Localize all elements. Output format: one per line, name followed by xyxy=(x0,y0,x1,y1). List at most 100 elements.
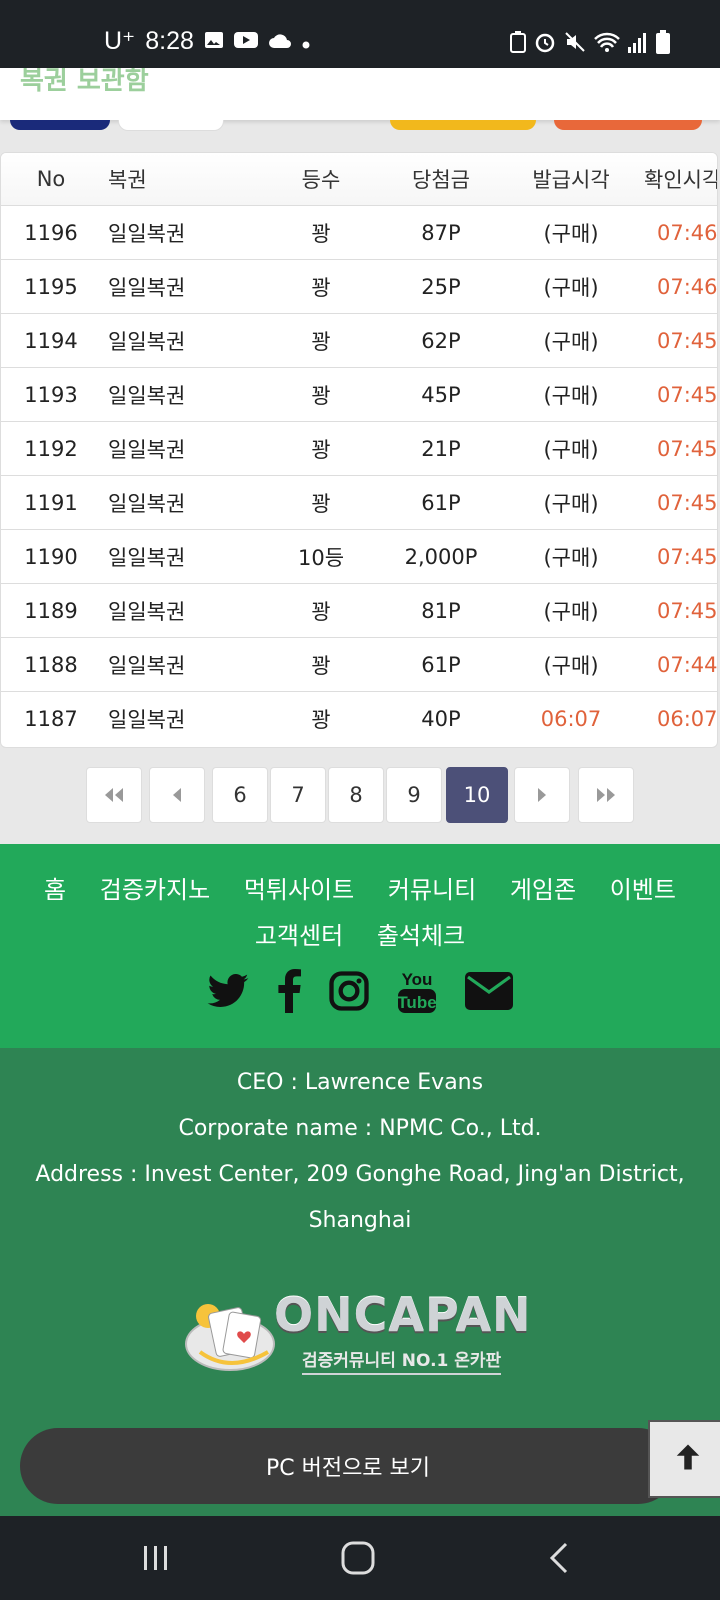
header-rank: 등수 xyxy=(301,168,341,192)
svg-text:You: You xyxy=(402,970,433,989)
cell-issued: (구매) xyxy=(543,383,599,408)
recent-apps-button[interactable] xyxy=(140,1542,172,1578)
cell-name: 일일복권 xyxy=(108,491,186,516)
tab-yellow[interactable] xyxy=(390,120,536,130)
page-9-button[interactable]: 9 xyxy=(386,767,442,823)
cell-rank: 꽝 xyxy=(311,653,331,678)
cell-prize: 45P xyxy=(421,382,461,407)
instagram-icon[interactable] xyxy=(329,971,369,1015)
cell-name: 일일복권 xyxy=(108,437,186,462)
cell-checked: 07:45 xyxy=(657,490,718,515)
header-checked-time: 확인시각 xyxy=(644,168,718,192)
facebook-icon[interactable] xyxy=(277,969,301,1017)
cell-prize: 21P xyxy=(421,436,461,461)
footer-nav: 홈 검증카지노 먹튀사이트 커뮤니티 게임존 이벤트 고객센터 출석체크 You… xyxy=(0,844,720,1048)
back-button[interactable] xyxy=(548,1542,572,1578)
table-row: 1195 일일복권 꽝 25P (구매) 07:46 xyxy=(1,260,717,314)
cell-rank: 꽝 xyxy=(311,329,331,354)
cell-name: 일일복권 xyxy=(108,599,186,624)
cell-issued: (구매) xyxy=(543,545,599,570)
cell-checked: 07:44 xyxy=(657,652,718,677)
scroll-to-top-button[interactable] xyxy=(648,1420,720,1498)
cell-prize: 2,000P xyxy=(404,544,478,569)
system-nav-bar xyxy=(0,1516,720,1600)
cell-prize: 61P xyxy=(421,490,461,515)
cell-rank: 꽝 xyxy=(311,221,331,246)
first-page-button[interactable] xyxy=(86,767,142,823)
signal-icon xyxy=(628,31,648,57)
next-page-button[interactable] xyxy=(514,767,570,823)
cell-no: 1190 xyxy=(24,544,78,569)
cell-prize: 61P xyxy=(421,652,461,677)
footer-link-game-zone[interactable]: 게임존 xyxy=(510,870,576,905)
footer-link-home[interactable]: 홈 xyxy=(44,870,66,905)
table-row: 1194 일일복권 꽝 62P (구매) 07:45 xyxy=(1,314,717,368)
cell-checked: 07:45 xyxy=(657,328,718,353)
cloud-icon xyxy=(268,27,292,56)
twitter-icon[interactable] xyxy=(207,973,249,1012)
table-row: 1191 일일복권 꽝 61P (구매) 07:45 xyxy=(1,476,717,530)
cell-checked: 07:46 xyxy=(657,220,718,245)
footer-link-events[interactable]: 이벤트 xyxy=(610,870,676,905)
address-text-line2: Shanghai xyxy=(308,1208,412,1233)
cell-prize: 25P xyxy=(421,274,461,299)
ceo-text: CEO : Lawrence Evans xyxy=(236,1070,484,1095)
footer-menu-row1: 홈 검증카지노 먹튀사이트 커뮤니티 게임존 이벤트 xyxy=(0,870,720,905)
logo-subtitle: 검증커뮤니티 NO.1 온카판 xyxy=(302,1346,502,1375)
cell-prize: 81P xyxy=(421,598,461,623)
header-prize: 당첨금 xyxy=(412,168,470,192)
page-7-button[interactable]: 7 xyxy=(270,767,326,823)
footer-link-attendance[interactable]: 출석체크 xyxy=(377,916,465,951)
youtube-icon[interactable]: You Tube xyxy=(397,968,437,1018)
header-issued-time: 발급시각 xyxy=(532,168,610,192)
footer-link-verified-casino[interactable]: 검증카지노 xyxy=(100,870,210,905)
cell-issued: (구매) xyxy=(543,437,599,462)
cell-checked: 07:45 xyxy=(657,544,718,569)
table-row: 1189 일일복권 꽝 81P (구매) 07:45 xyxy=(1,584,717,638)
cell-rank: 꽝 xyxy=(311,437,331,462)
cell-issued: (구매) xyxy=(543,491,599,516)
cell-rank: 꽝 xyxy=(311,275,331,300)
cell-name: 일일복권 xyxy=(108,653,186,678)
prev-page-button[interactable] xyxy=(149,767,205,823)
cell-name: 일일복권 xyxy=(108,545,186,570)
tab-navy[interactable] xyxy=(10,120,110,130)
youtube-status-icon xyxy=(233,27,258,56)
cell-no: 1194 xyxy=(24,328,78,353)
pc-version-button[interactable]: PC 버전으로 보기 xyxy=(20,1428,676,1504)
cell-issued: (구매) xyxy=(543,275,599,300)
cell-rank: 꽝 xyxy=(311,491,331,516)
battery-saver-icon xyxy=(510,31,526,57)
lottery-table: No 복권 등수 당첨금 발급시각 확인시각 1196 일일복권 꽝 87P (구매) 0… xyxy=(0,152,718,748)
oncapan-logo[interactable]: ONCAPAN 검증커뮤니티 NO.1 온카판 xyxy=(182,1288,542,1384)
table-row: 1193 일일복권 꽝 45P (구매) 07:45 xyxy=(1,368,717,422)
tab-orange[interactable] xyxy=(554,120,702,130)
tab-white[interactable] xyxy=(118,120,224,131)
mute-icon xyxy=(564,31,586,57)
page-8-button[interactable]: 8 xyxy=(328,767,384,823)
last-page-button[interactable] xyxy=(578,767,634,823)
footer-link-customer-center[interactable]: 고객센터 xyxy=(255,916,343,951)
status-bar: U⁺ 8:28 xyxy=(0,0,720,68)
cell-name: 일일복권 xyxy=(108,275,186,300)
cell-checked: 07:46 xyxy=(657,274,718,299)
cell-no: 1193 xyxy=(24,382,78,407)
carrier-label: U⁺ xyxy=(104,27,136,55)
svg-text:Tube: Tube xyxy=(397,993,436,1012)
footer-menu-row2: 고객센터 출석체크 xyxy=(0,916,720,951)
page-10-button[interactable]: 10 xyxy=(446,767,508,823)
cell-name: 일일복권 xyxy=(108,221,186,246)
cell-rank: 10등 xyxy=(297,545,345,570)
email-icon[interactable] xyxy=(465,972,513,1014)
cell-rank: 꽝 xyxy=(311,599,331,624)
footer-link-scam-sites[interactable]: 먹튀사이트 xyxy=(244,870,354,905)
cell-rank: 꽝 xyxy=(311,383,331,408)
pagination: 6 7 8 9 10 xyxy=(0,767,720,823)
footer-link-community[interactable]: 커뮤니티 xyxy=(388,870,476,905)
social-links: You Tube xyxy=(0,968,720,1018)
cell-prize: 62P xyxy=(421,328,461,353)
home-button[interactable] xyxy=(340,1540,376,1580)
page-title: 복권 보관함 xyxy=(20,68,149,96)
page-6-button[interactable]: 6 xyxy=(212,767,268,823)
cell-issued: 06:07 xyxy=(540,706,602,731)
